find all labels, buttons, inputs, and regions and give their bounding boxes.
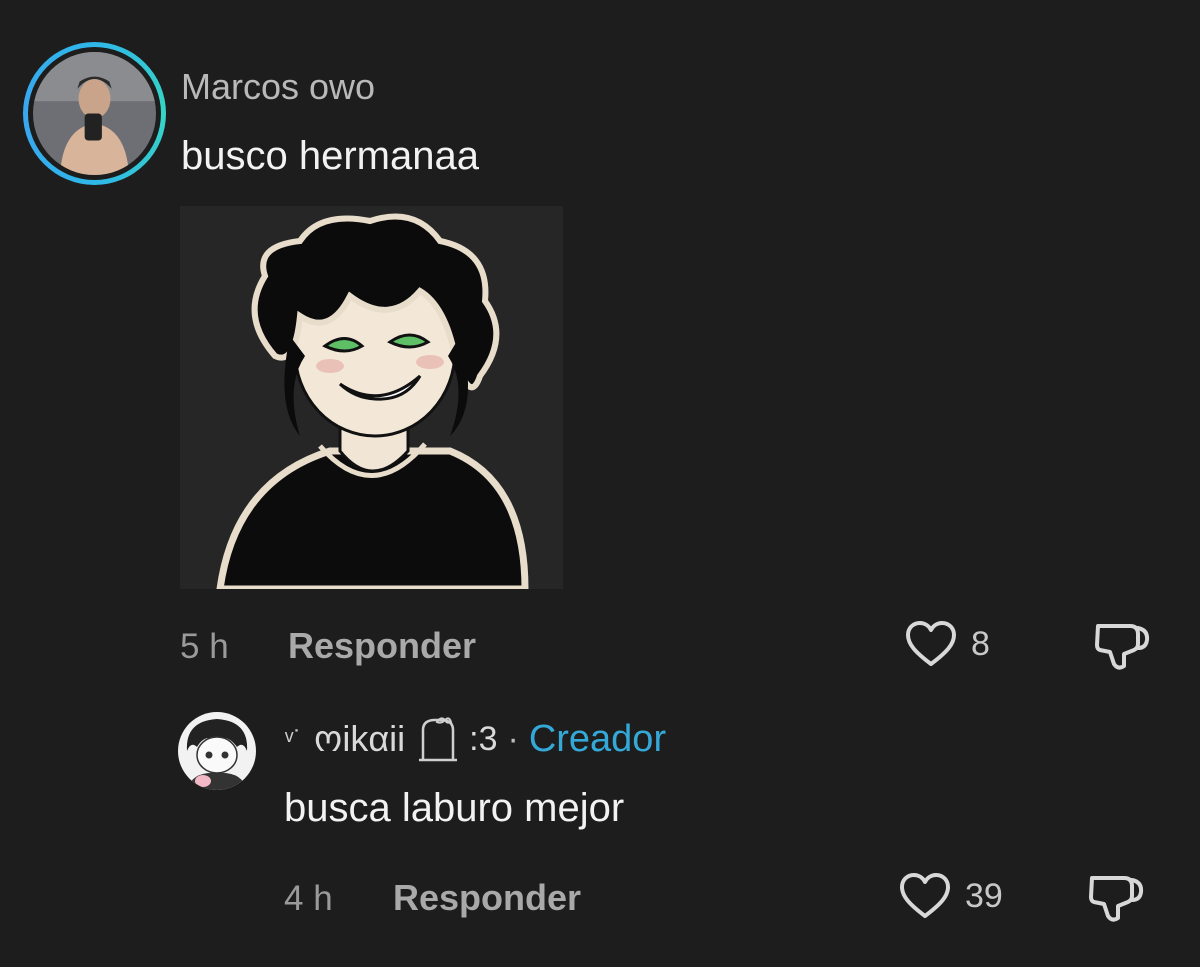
- thumbs-down-icon: [1089, 876, 1144, 922]
- like-count: 39: [965, 876, 1003, 915]
- avatar-story-ring[interactable]: [23, 42, 166, 185]
- like-button[interactable]: 8: [905, 620, 990, 668]
- reply-button[interactable]: Responder: [393, 877, 581, 919]
- like-count: 8: [971, 624, 990, 663]
- dislike-button[interactable]: [1088, 872, 1144, 929]
- comment-username[interactable]: Marcos owo: [181, 66, 375, 108]
- separator-dot: ·: [507, 719, 519, 758]
- thumbs-down-icon: [1095, 624, 1150, 670]
- comment-text: busca laburo mejor: [284, 786, 625, 830]
- comment-text: busco hermanaa: [181, 134, 479, 178]
- comment-timestamp: 4 h: [284, 879, 333, 918]
- like-button[interactable]: 39: [899, 872, 1003, 920]
- heart-icon: [906, 621, 956, 666]
- username-prefix: ᵛ˙: [285, 723, 303, 754]
- avatar: [33, 52, 156, 175]
- reply-header: ᵛ˙ ოikαii :3 · Creador: [285, 716, 666, 762]
- avatar[interactable]: [177, 711, 257, 791]
- comment-timestamp: 5 h: [180, 627, 229, 666]
- username-suffix: :3: [469, 719, 498, 758]
- dislike-button[interactable]: [1094, 620, 1150, 677]
- heart-icon: [900, 873, 950, 918]
- reply-button[interactable]: Responder: [288, 625, 476, 667]
- comment-attachment-image[interactable]: [180, 206, 563, 589]
- comment-username[interactable]: ოikαii: [314, 718, 405, 760]
- anime-character-icon: [180, 206, 563, 589]
- mailbox-icon: [419, 717, 458, 762]
- creator-badge: Creador: [528, 717, 667, 760]
